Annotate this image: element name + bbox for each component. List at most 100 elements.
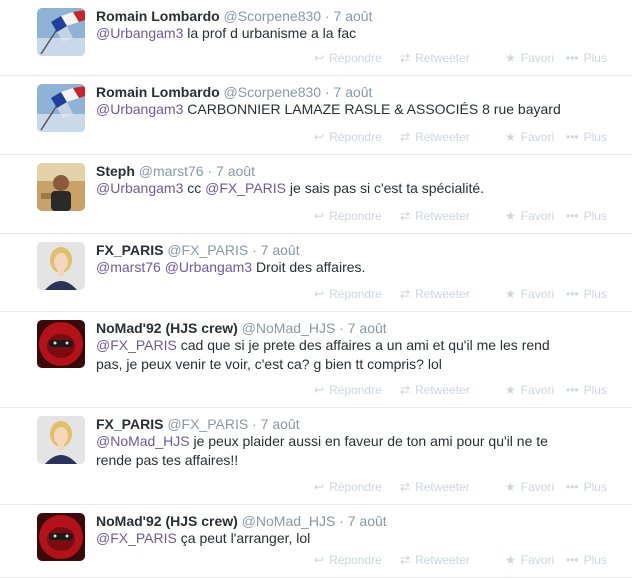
mention-link[interactable]: @Urbangam3 (96, 101, 183, 117)
red-keffiyeh-avatar[interactable] (37, 320, 85, 368)
retweet-button[interactable]: ⇄ Retweeter (400, 209, 470, 223)
more-button[interactable]: ••• Plus (566, 480, 607, 494)
tweet[interactable]: FX_PARIS @FX_PARIS · 7 août @marst76 @Urb… (0, 234, 632, 312)
person-photo-avatar[interactable] (37, 163, 85, 211)
reply-button[interactable]: ↩ Répondre (314, 480, 382, 494)
tweet[interactable]: Romain Lombardo @Scorpene830 · 7 août @Ur… (0, 76, 632, 155)
favorite-button[interactable]: ★ Favori (505, 383, 554, 397)
blonde-woman-avatar[interactable] (37, 242, 85, 290)
more-button[interactable]: ••• Plus (566, 383, 607, 397)
favorite-button[interactable]: ★ Favori (505, 553, 554, 567)
tweet-date[interactable]: 7 août (261, 242, 300, 258)
retweet-arrows-icon: ⇄ (400, 209, 411, 223)
reply-arrow-icon: ↩ (314, 383, 325, 397)
tweet[interactable]: NoMad'92 (HJS crew) @NoMad_HJS · 7 août @… (0, 312, 632, 408)
favorite-button[interactable]: ★ Favori (505, 287, 554, 301)
star-icon: ★ (505, 287, 516, 301)
reply-button[interactable]: ↩ Répondre (314, 383, 382, 397)
retweet-label: Retweeter (415, 480, 470, 494)
tweet[interactable]: Romain Lombardo @Scorpene830 · 7 août @Ur… (0, 0, 632, 76)
mention-link[interactable]: @marst76 (96, 259, 161, 275)
blonde-woman-avatar[interactable] (37, 416, 85, 464)
tweet[interactable]: Steph @marst76 · 7 août @Urbangam3 cc @FX… (0, 155, 632, 234)
tweet-text: @Urbangam3 la prof d urbanisme a la fac (96, 24, 576, 43)
retweet-button[interactable]: ⇄ Retweeter (400, 383, 470, 397)
dots-icon: ••• (566, 130, 579, 144)
favorite-label: Favori (520, 553, 555, 567)
mention-link[interactable]: @NoMad_HJS (96, 433, 190, 449)
dots-icon: ••• (566, 383, 579, 397)
tweet-date[interactable]: 7 août (334, 8, 373, 24)
tweet-text: @NoMad_HJS je peux plaider aussi en fave… (96, 432, 576, 470)
author-handle[interactable]: @FX_PARIS (163, 416, 248, 432)
favorite-label: Favori (520, 209, 555, 223)
tweet-date[interactable]: 7 août (348, 320, 387, 336)
tweet-header: NoMad'92 (HJS crew) @NoMad_HJS · 7 août (96, 512, 387, 530)
mention-link[interactable]: @FX_PARIS (96, 337, 177, 353)
tweet-date[interactable]: 7 août (334, 84, 373, 100)
retweet-button[interactable]: ⇄ Retweeter (400, 130, 470, 144)
star-icon: ★ (505, 130, 516, 144)
reply-button[interactable]: ↩ Répondre (314, 209, 382, 223)
tweet[interactable]: FX_PARIS @FX_PARIS · 7 août @NoMad_HJS je… (0, 408, 632, 505)
more-button[interactable]: ••• Plus (566, 130, 607, 144)
tweet-date[interactable]: 7 août (261, 416, 300, 432)
author-handle[interactable]: @Scorpene830 (220, 8, 322, 24)
mention-link[interactable]: @Urbangam3 (165, 259, 252, 275)
favorite-label: Favori (520, 480, 555, 494)
reply-button[interactable]: ↩ Répondre (314, 287, 382, 301)
mention-link[interactable]: @FX_PARIS (96, 530, 177, 546)
author-name[interactable]: NoMad'92 (HJS crew) (96, 320, 238, 336)
retweet-button[interactable]: ⇄ Retweeter (400, 553, 470, 567)
tweet-header: Romain Lombardo @Scorpene830 · 7 août (96, 7, 372, 25)
reply-button[interactable]: ↩ Répondre (314, 51, 382, 65)
tweet-date[interactable]: 7 août (216, 163, 255, 179)
more-button[interactable]: ••• Plus (566, 287, 607, 301)
author-name[interactable]: FX_PARIS (96, 242, 163, 258)
reply-button[interactable]: ↩ Répondre (314, 553, 382, 567)
favorite-button[interactable]: ★ Favori (505, 209, 554, 223)
flag-france-avatar[interactable] (37, 8, 85, 56)
more-label: Plus (583, 287, 607, 301)
author-handle[interactable]: @NoMad_HJS (238, 513, 336, 529)
author-name[interactable]: Romain Lombardo (96, 84, 220, 100)
tweet[interactable]: NoMad'92 (HJS crew) @NoMad_HJS · 7 août @… (0, 505, 632, 578)
tweet-header: Steph @marst76 · 7 août (96, 162, 255, 180)
more-button[interactable]: ••• Plus (566, 209, 607, 223)
author-handle[interactable]: @NoMad_HJS (238, 320, 336, 336)
favorite-button[interactable]: ★ Favori (505, 130, 554, 144)
tweet-header: FX_PARIS @FX_PARIS · 7 août (96, 241, 300, 259)
more-label: Plus (583, 209, 607, 223)
dots-icon: ••• (566, 287, 579, 301)
retweet-arrows-icon: ⇄ (400, 383, 411, 397)
retweet-button[interactable]: ⇄ Retweeter (400, 51, 470, 65)
favorite-button[interactable]: ★ Favori (505, 480, 554, 494)
tweet-text: @FX_PARIS ça peut l'arranger, lol (96, 529, 576, 548)
reply-arrow-icon: ↩ (314, 51, 325, 65)
author-handle[interactable]: @marst76 (135, 163, 204, 179)
mention-link[interactable]: @Urbangam3 (96, 180, 183, 196)
mention-link[interactable]: @Urbangam3 (96, 25, 183, 41)
flag-france-avatar[interactable] (37, 84, 85, 132)
author-handle[interactable]: @FX_PARIS (163, 242, 248, 258)
author-name[interactable]: Steph (96, 163, 135, 179)
star-icon: ★ (505, 553, 516, 567)
author-name[interactable]: Romain Lombardo (96, 8, 220, 24)
dots-icon: ••• (566, 553, 579, 567)
reply-label: Répondre (329, 553, 382, 567)
tweet-date[interactable]: 7 août (348, 513, 387, 529)
reply-label: Répondre (329, 287, 382, 301)
retweet-button[interactable]: ⇄ Retweeter (400, 480, 470, 494)
more-button[interactable]: ••• Plus (566, 51, 607, 65)
author-name[interactable]: NoMad'92 (HJS crew) (96, 513, 238, 529)
reply-button[interactable]: ↩ Répondre (314, 130, 382, 144)
author-name[interactable]: FX_PARIS (96, 416, 163, 432)
mention-link[interactable]: @FX_PARIS (205, 180, 286, 196)
tweet-text-segment: cc (183, 180, 206, 196)
author-handle[interactable]: @Scorpene830 (220, 84, 322, 100)
more-button[interactable]: ••• Plus (566, 553, 607, 567)
retweet-button[interactable]: ⇄ Retweeter (400, 287, 470, 301)
red-keffiyeh-avatar[interactable] (37, 513, 85, 561)
favorite-button[interactable]: ★ Favori (505, 51, 554, 65)
reply-label: Répondre (329, 130, 382, 144)
